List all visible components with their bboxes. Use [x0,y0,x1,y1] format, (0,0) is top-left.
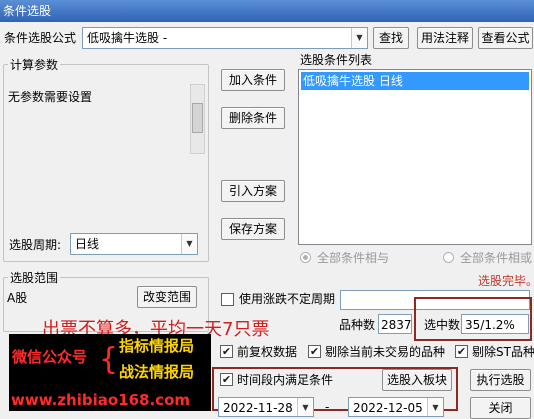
range-group-label: 选股范围 [8,271,61,285]
date-separator: - [325,400,330,414]
add-condition-button[interactable]: 加入条件 [221,69,285,91]
close-button[interactable]: 关闭 [470,397,531,419]
exclude-untraded-checkbox[interactable]: ✔ [308,345,321,358]
brace-icon: { [99,342,119,377]
delete-condition-button[interactable]: 删除条件 [221,107,285,129]
no-params-text: 无参数需要设置 [8,90,93,104]
formula-select[interactable]: 低吸擒牛选股 - ▼ [82,27,368,49]
count-field: 2837 [378,314,412,334]
chevron-down-icon[interactable]: ▼ [351,28,367,48]
end-date-input[interactable]: 2022-12-05 ▼ [348,397,444,417]
promo-url-banner: www.zhibiao168.com [9,390,211,411]
list-item[interactable]: 低吸擒牛选股 日线 [301,72,529,90]
highlight-box [414,297,532,341]
period-select[interactable]: 日线 ▼ [70,233,198,255]
period-value: 日线 [75,237,100,251]
import-plan-button[interactable]: 引入方案 [221,180,285,202]
formula-value: 低吸擒牛选股 - [87,31,168,45]
scrollbar-thumb[interactable] [192,103,203,133]
range-value: A股 [7,291,28,305]
save-plan-button[interactable]: 保存方案 [221,218,285,240]
exclude-st-checkbox[interactable]: ✔ [455,345,468,358]
promo-line2: 战法情报局 [119,363,195,381]
change-range-button[interactable]: 改变范围 [137,286,197,308]
window-title: 条件选股 [3,4,52,18]
params-scrollbar[interactable] [190,84,205,154]
execute-button[interactable]: 执行选股 [470,369,531,391]
params-group-label: 计算参数 [8,58,61,72]
exclude-untraded-label: 剔除当前未交易的品种 [325,345,446,359]
calendar-dropdown-icon[interactable]: ▼ [297,398,313,416]
or-radio-label: 全部条件相或 [460,251,533,265]
pre-adjust-checkbox[interactable]: ✔ [220,345,233,358]
usage-notes-button[interactable]: 用法注释 [417,27,473,49]
limit-period-checkbox[interactable] [221,293,234,306]
and-radio[interactable] [300,252,311,263]
conditions-list[interactable]: 低吸擒牛选股 日线 [298,69,532,245]
and-radio-label: 全部条件相与 [317,251,390,265]
pre-adjust-label: 前复权数据 [237,345,298,359]
status-text: 选股完毕。 [478,274,534,288]
exclude-st-label: 剔除ST品种 [472,345,534,359]
or-radio[interactable] [443,252,454,263]
view-formula-button[interactable]: 查看公式 [478,27,533,49]
find-button[interactable]: 查找 [373,27,409,49]
count-label: 品种数 [339,318,376,332]
wechat-label: 微信公众号 [12,348,88,366]
formula-label: 条件选股公式 [4,31,77,45]
promo-url: www.zhibiao168.com [11,391,191,409]
chevron-down-icon[interactable]: ▼ [181,234,197,254]
promo-line1: 指标情报局 [119,337,195,355]
period-label: 选股周期: [9,238,62,252]
conditions-list-label: 选股条件列表 [300,53,373,67]
promo-banner: 微信公众号 { 指标情报局 战法情报局 [9,334,211,390]
limit-period-label: 使用涨跌不定周期 [239,292,336,306]
count-value: 2837 [381,318,412,332]
end-date-value: 2022-12-05 [353,401,423,415]
calendar-dropdown-icon[interactable]: ▼ [427,398,443,416]
window-title-bar: 条件选股 [0,0,534,22]
start-date-input[interactable]: 2022-11-28 ▼ [218,397,314,417]
start-date-value: 2022-11-28 [223,401,293,415]
